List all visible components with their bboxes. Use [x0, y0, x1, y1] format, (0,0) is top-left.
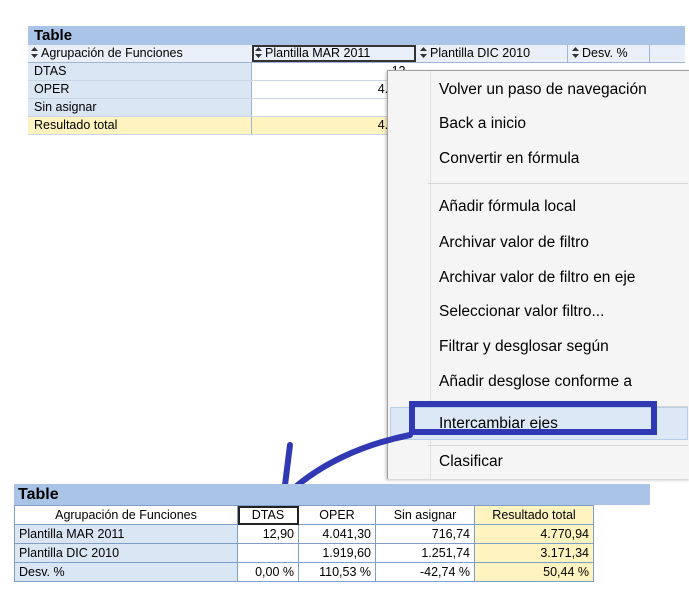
cell-value[interactable]: 1.251,74 [375, 543, 475, 563]
bottom-table-grid: Agrupación de Funciones DTAS OPER Sin as… [14, 505, 594, 582]
table-row: Plantilla DIC 2010 1.919,60 1.251,74 3.1… [14, 543, 594, 563]
cell-value[interactable]: 12,90 [237, 524, 299, 544]
cell-value[interactable]: 716,74 [375, 524, 475, 544]
row-label: Plantilla MAR 2011 [14, 524, 238, 544]
cell-value[interactable]: 0,00 % [237, 562, 299, 582]
cell-value-total[interactable]: 4.770,94 [474, 524, 594, 544]
table-row: Plantilla MAR 2011 12,90 4.041,30 716,74… [14, 524, 594, 544]
column-header-resultado-total[interactable]: Resultado total [474, 505, 594, 525]
column-header-sin-asignar[interactable]: Sin asignar [375, 505, 475, 525]
bottom-table: Table Agrupación de Funciones DTAS OPER … [14, 484, 650, 582]
cell-value[interactable] [237, 543, 299, 563]
column-header-oper[interactable]: OPER [298, 505, 376, 525]
table-header-row: Agrupación de Funciones DTAS OPER Sin as… [14, 505, 594, 525]
cell-value[interactable]: 1.919,60 [298, 543, 376, 563]
cell-value-total[interactable]: 50,44 % [474, 562, 594, 582]
bottom-table-title: Table [14, 484, 650, 505]
cell-value[interactable]: 110,53 % [298, 562, 376, 582]
row-label: Plantilla DIC 2010 [14, 543, 238, 563]
table-row: Desv. % 0,00 % 110,53 % -42,74 % 50,44 % [14, 562, 594, 582]
cell-value-total[interactable]: 3.171,34 [474, 543, 594, 563]
column-header-agrupacion[interactable]: Agrupación de Funciones [14, 505, 238, 525]
column-header-dtas[interactable]: DTAS [237, 505, 299, 525]
cell-value[interactable]: -42,74 % [375, 562, 475, 582]
row-label: Desv. % [14, 562, 238, 582]
cell-value[interactable]: 4.041,30 [298, 524, 376, 544]
